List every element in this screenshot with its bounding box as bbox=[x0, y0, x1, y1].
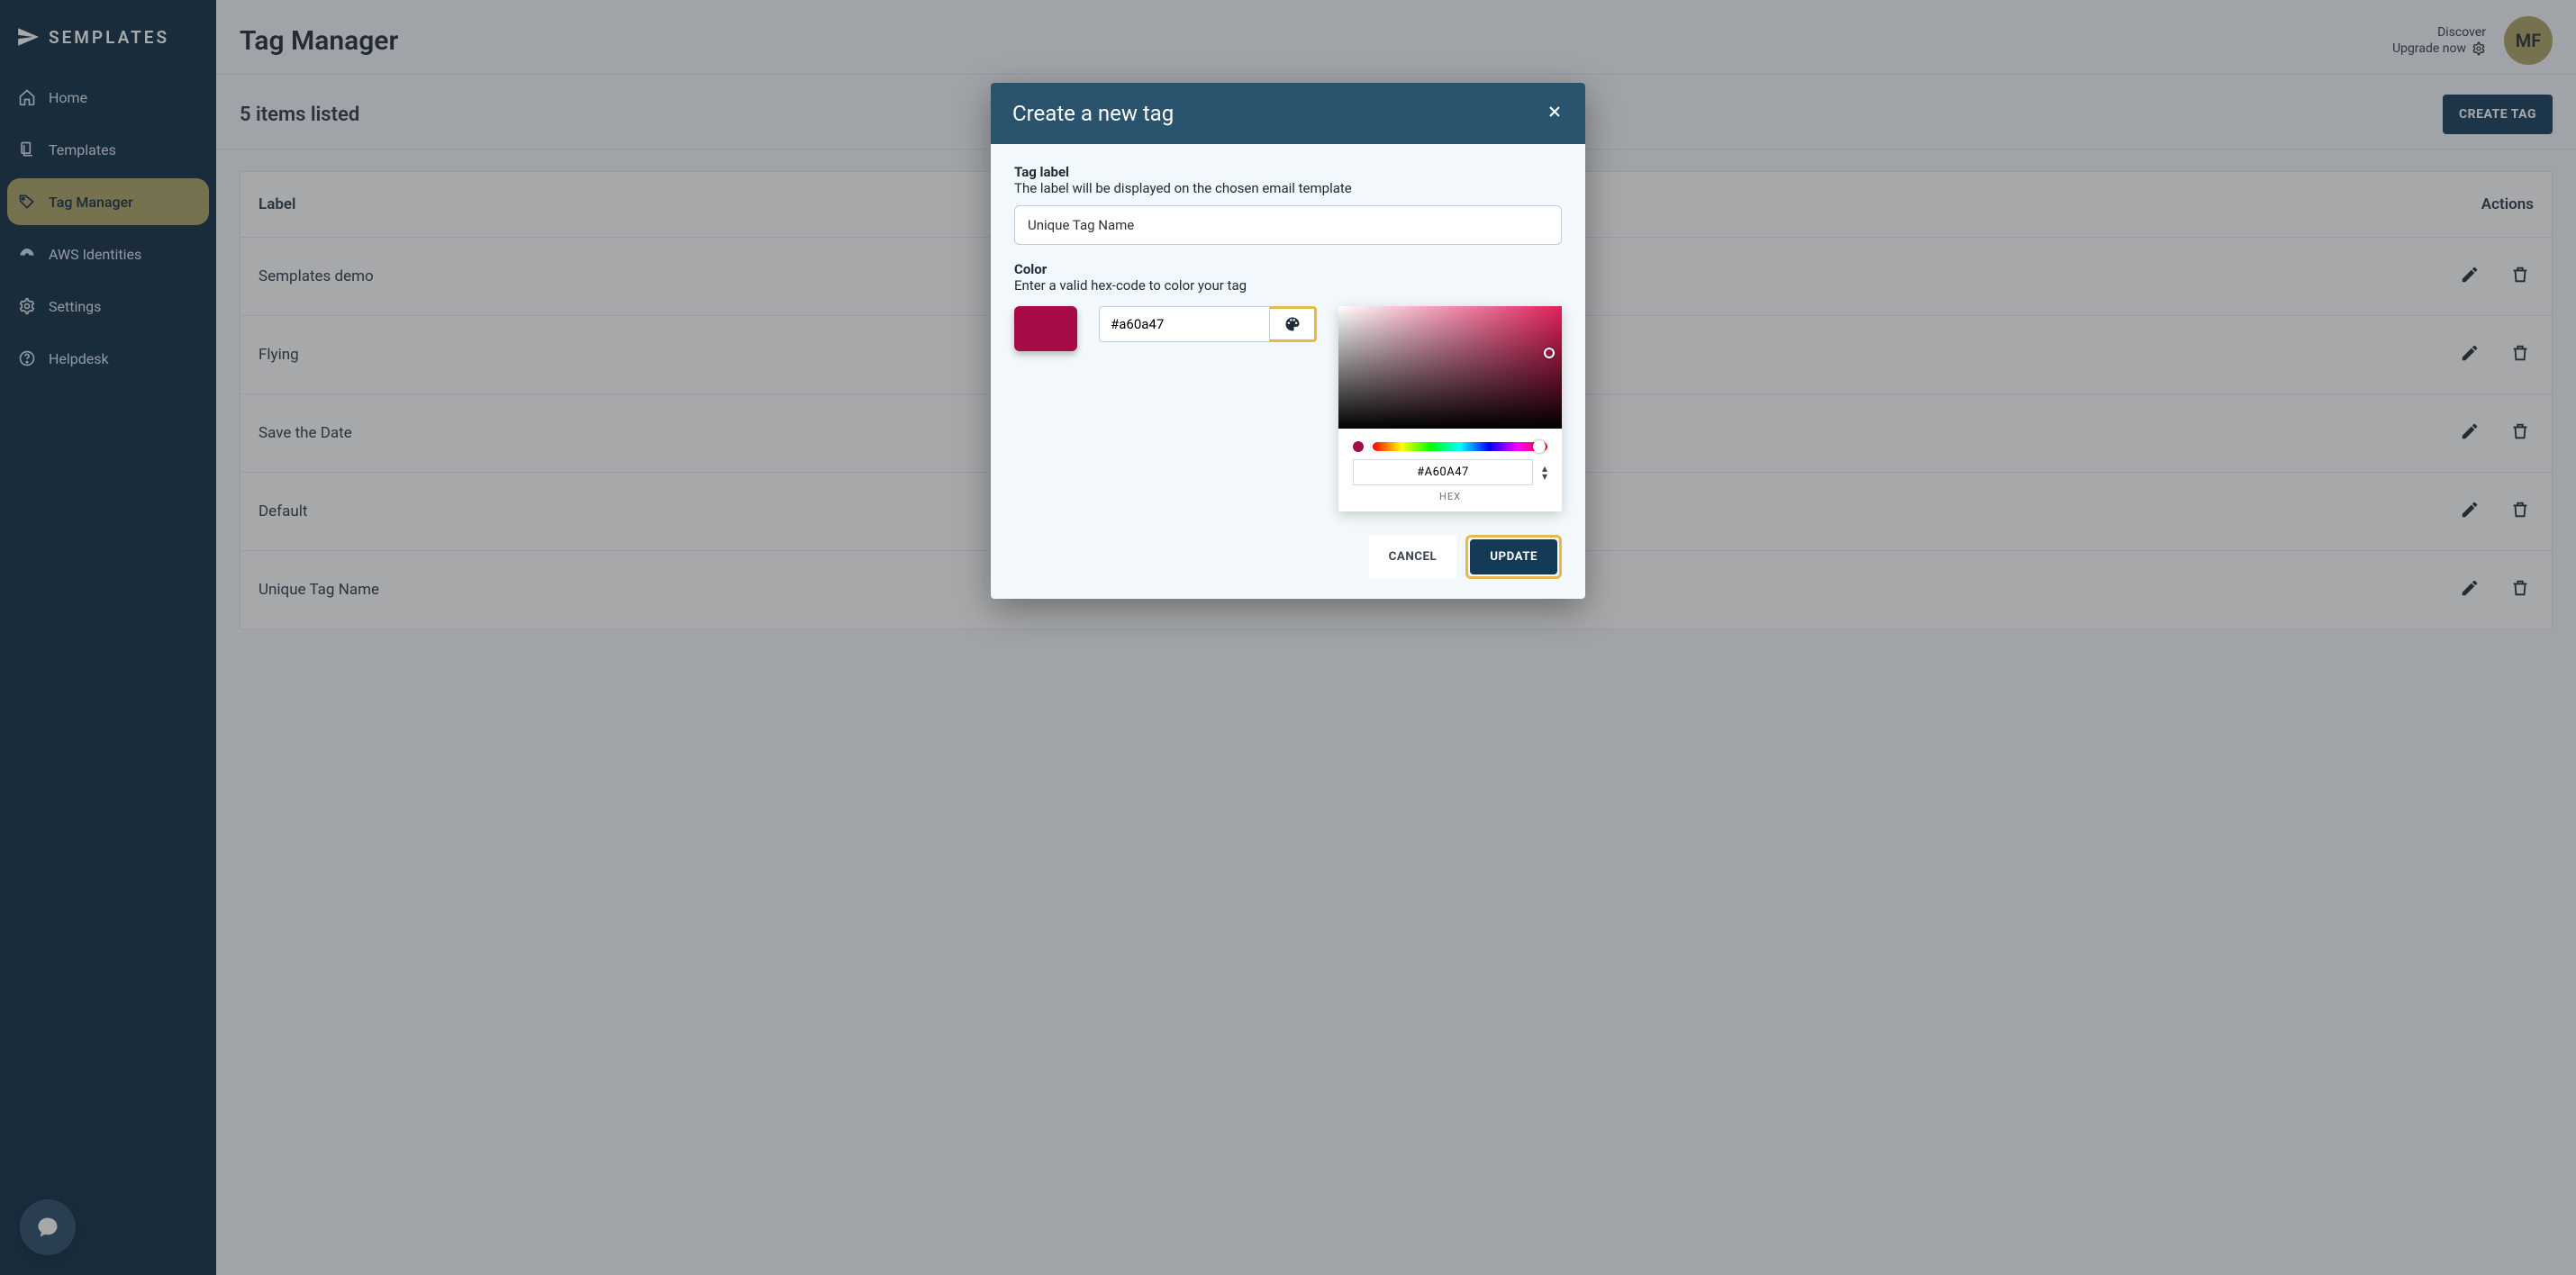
hue-slider[interactable] bbox=[1373, 442, 1547, 451]
modal-overlay: Create a new tag Tag label The label wil… bbox=[0, 0, 2576, 1275]
chevron-down-icon: ▾ bbox=[1542, 473, 1547, 480]
picker-hex-input[interactable] bbox=[1353, 459, 1533, 485]
palette-button[interactable] bbox=[1270, 306, 1317, 342]
color-picker: ▴ ▾ HEX bbox=[1338, 306, 1562, 511]
color-swatch bbox=[1014, 306, 1077, 351]
close-icon bbox=[1546, 103, 1564, 121]
color-title: Color bbox=[1014, 261, 1562, 277]
color-desc: Enter a valid hex-code to color your tag bbox=[1014, 277, 1562, 294]
format-toggle[interactable]: ▴ ▾ bbox=[1542, 465, 1547, 480]
create-tag-dialog: Create a new tag Tag label The label wil… bbox=[991, 83, 1585, 599]
picker-hex-label: HEX bbox=[1338, 491, 1562, 502]
tag-label-title: Tag label bbox=[1014, 164, 1562, 180]
tag-label-desc: The label will be displayed on the chose… bbox=[1014, 180, 1562, 196]
hex-input[interactable] bbox=[1099, 306, 1270, 342]
saturation-cursor[interactable] bbox=[1544, 348, 1555, 358]
close-button[interactable] bbox=[1546, 103, 1564, 125]
cancel-button[interactable]: CANCEL bbox=[1369, 535, 1457, 579]
saturation-area[interactable] bbox=[1338, 306, 1562, 429]
palette-icon bbox=[1283, 315, 1302, 333]
update-button[interactable]: UPDATE bbox=[1470, 539, 1557, 574]
current-color-dot bbox=[1353, 441, 1364, 452]
dialog-title: Create a new tag bbox=[1012, 101, 1174, 126]
tag-label-input[interactable] bbox=[1014, 205, 1562, 245]
hue-thumb[interactable] bbox=[1533, 440, 1546, 453]
